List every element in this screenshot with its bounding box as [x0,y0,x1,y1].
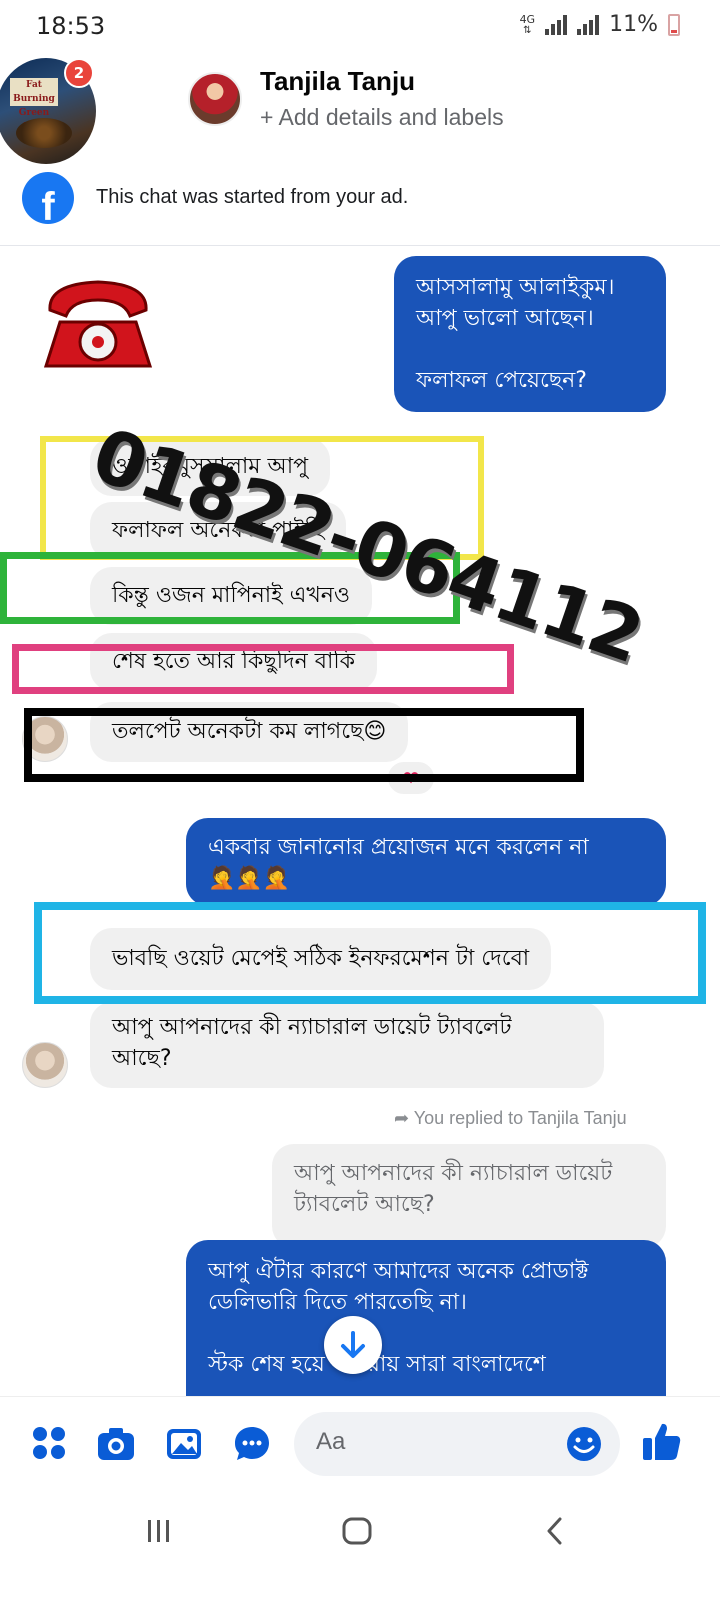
clock: 18:53 [36,12,106,40]
menu-dots-icon[interactable] [30,1424,70,1464]
annotation-box-pink [12,644,514,694]
scroll-down-button[interactable] [324,1316,382,1374]
contact-name[interactable]: Tanjila Tanju [260,66,415,97]
like-icon[interactable] [640,1420,684,1464]
unread-badge: 2 [64,58,94,88]
message-outgoing[interactable]: আপু ঐটার কারণে আমাদের অনেক প্রোডাক্ট ডেল… [186,1240,666,1400]
telephone-icon [43,280,153,368]
annotation-box-cyan [34,902,706,1004]
back-icon[interactable] [538,1514,572,1548]
reply-context: ➦ You replied to Tanjila Tanju [394,1108,627,1129]
ad-thumbnail-label: Fat Burning Green TEA [10,78,58,132]
message-incoming[interactable]: আপু আপনাদের কী ন্যাচারাল ডায়েট ট্যাবলেট… [90,1002,604,1088]
contact-avatar[interactable] [188,72,242,126]
quoted-message[interactable]: আপু আপনাদের কী ন্যাচারাল ডায়েট ট্যাবলেট… [272,1144,666,1248]
emoji-icon[interactable] [564,1424,604,1464]
system-nav-bar [0,1496,720,1600]
network-icon: 4G ⇅ [519,12,536,36]
message-outgoing[interactable]: একবার জানানোর প্রয়োজন মনে করলেন না 🤦🤦🤦 [186,818,666,906]
facebook-icon: f [22,172,74,224]
battery-percent: 11% [609,12,658,37]
message-outgoing[interactable]: আসসালামু আলাইকুম। আপু ভালো আছেন। ফলাফল প… [394,256,666,412]
reply-arrow-icon: ➦ [394,1108,414,1128]
home-icon[interactable] [340,1514,374,1548]
reply-context-label: You replied to Tanjila Tanju [413,1108,627,1128]
camera-icon[interactable] [96,1424,136,1464]
sticker-icon[interactable] [232,1424,272,1464]
ad-banner-text: This chat was started from your ad. [96,186,409,208]
add-details-link[interactable]: + Add details and labels [260,104,504,131]
arrow-down-icon [341,1331,365,1358]
message-input-placeholder: Aa [316,1428,346,1455]
signal-icon [545,14,568,35]
status-icons: 4G ⇅ 11% [520,12,680,37]
recent-apps-icon[interactable] [142,1514,176,1548]
tea-cup-image [16,118,72,148]
signal-icon-2 [577,14,600,35]
status-bar: 18:53 4G ⇅ 11% [0,0,720,56]
network-label: 4G [519,12,536,26]
gallery-icon[interactable] [164,1424,204,1464]
contact-avatar-small[interactable] [22,1042,68,1088]
annotation-box-black [24,708,584,782]
battery-icon [668,13,680,36]
